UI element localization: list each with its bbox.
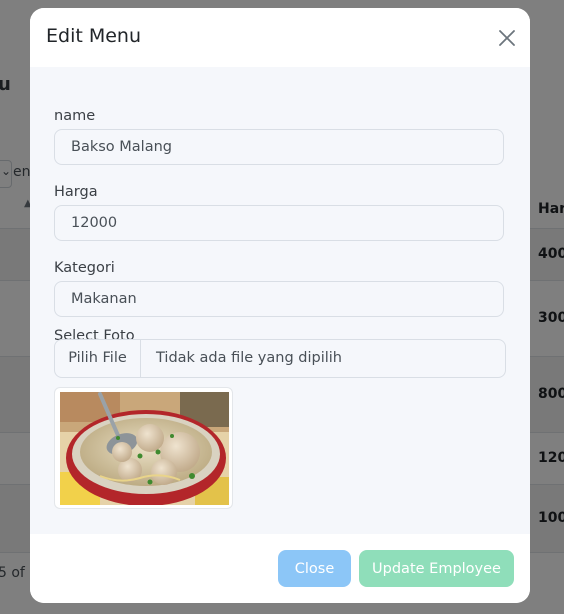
modal-header: Edit Menu [30,8,530,67]
modal-title: Edit Menu [46,25,141,47]
close-button[interactable]: Close [278,550,351,587]
bakso-photo [60,392,229,505]
photo-file-input[interactable]: Pilih File Tidak ada file yang dipilih [54,339,506,378]
category-label: Kategori [54,260,115,276]
name-input[interactable] [54,129,504,165]
edit-menu-modal: Edit Menu name Harga Kategori Select Fot… [30,8,530,603]
choose-file-button[interactable]: Pilih File [55,340,141,377]
modal-body: name Harga Kategori Select Foto Pilih Fi… [30,67,530,534]
category-input[interactable] [54,281,504,317]
update-button[interactable]: Update Employee [359,550,514,587]
close-icon[interactable] [496,27,518,49]
modal-footer: Close Update Employee [30,534,530,603]
price-input[interactable] [54,205,504,241]
photo-preview [54,387,233,509]
file-status-text: Tidak ada file yang dipilih [156,350,342,366]
price-label: Harga [54,184,98,200]
name-label: name [54,108,96,124]
